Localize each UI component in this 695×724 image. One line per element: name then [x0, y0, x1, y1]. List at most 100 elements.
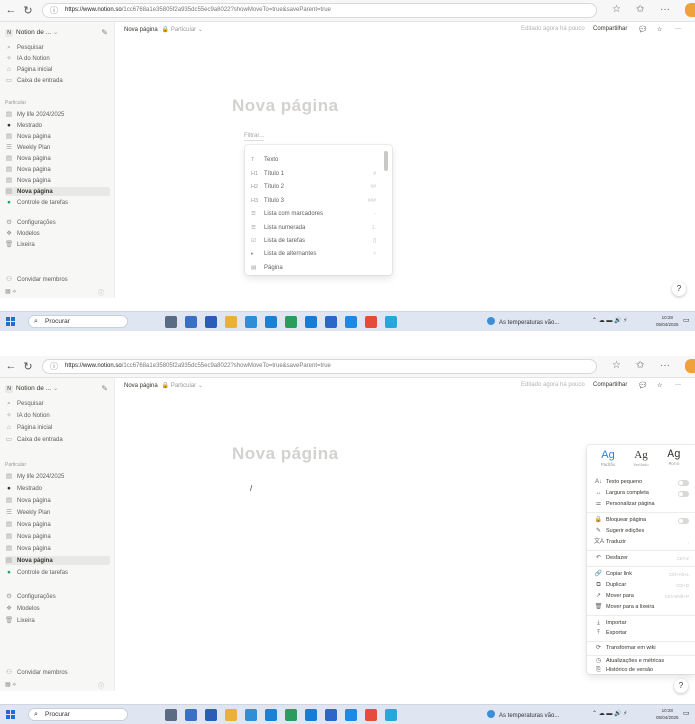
sidebar-page[interactable]: ▤ My life 2024/2025 — [5, 110, 64, 119]
undo-item[interactable]: ↶ Desfazer Ctrl+Z — [594, 554, 689, 563]
slash-item-heading3[interactable]: H3 Título 3 ### — [251, 196, 376, 206]
site-info-icon[interactable]: ⓘ — [50, 360, 58, 373]
sidebar-item-trash[interactable]: 🗑 Lixeira — [5, 616, 35, 625]
sidebar-item-search[interactable]: ⌕ Pesquisar — [5, 43, 44, 52]
app-icon[interactable] — [245, 316, 257, 328]
bookmark-star-icon[interactable]: ☆ — [612, 360, 621, 371]
notification-icon[interactable]: ▭ — [683, 316, 693, 328]
full-width-toggle[interactable]: ↔ Largura completa — [594, 489, 689, 498]
sidebar-page[interactable]: ▤ My life 2024/2025 — [5, 472, 64, 481]
sidebar-page[interactable]: ● Mestrado — [5, 484, 42, 493]
sidebar-page-active[interactable]: ▤ Nova página — [5, 187, 110, 196]
app-icon[interactable] — [185, 316, 197, 328]
calendar-icon[interactable]: ▦ ⟡ — [5, 681, 16, 689]
calendar-icon[interactable]: ▦ ⟡ — [5, 288, 16, 296]
browser-menu-icon[interactable]: ··· — [660, 360, 670, 371]
comment-icon[interactable]: 💬 — [639, 26, 646, 33]
app-icon[interactable] — [305, 709, 317, 721]
turn-into-wiki-item[interactable]: ⟳ Transformar em wiki — [594, 644, 689, 653]
app-icon[interactable] — [345, 316, 357, 328]
new-page-icon[interactable]: ✎ — [101, 384, 108, 393]
address-bar[interactable]: ⓘ https://www.notion.so/1cc6768a1e35805f… — [42, 3, 597, 18]
taskbar-search[interactable]: ⌕ Procurar — [28, 708, 128, 721]
app-icon[interactable] — [225, 709, 237, 721]
app-icon[interactable] — [185, 709, 197, 721]
bookmark-star-icon[interactable]: ☆ — [612, 4, 621, 15]
sidebar-page[interactable]: ▤ Nova página — [5, 165, 51, 174]
app-icon[interactable] — [285, 709, 297, 721]
sidebar-item-ai[interactable]: ✧ IA do Notion — [5, 54, 49, 63]
address-bar[interactable]: ⓘ https://www.notion.so/1cc6768a1e35805f… — [42, 359, 597, 374]
sidebar-page[interactable]: ● Controle de tarefas — [5, 198, 68, 207]
sidebar-page[interactable]: ☰ Weekly Plan — [5, 508, 50, 517]
chrome-icon[interactable] — [365, 316, 377, 328]
reload-icon[interactable]: ↻ — [21, 360, 35, 373]
help-icon[interactable]: ⓘ — [98, 681, 104, 690]
sidebar-page[interactable]: ▤ Nova página — [5, 544, 51, 553]
word-icon[interactable] — [205, 316, 217, 328]
reload-icon[interactable]: ↻ — [21, 4, 35, 17]
copy-link-item[interactable]: 🔗 Copiar link Ctrl+Alt+L — [594, 570, 689, 579]
font-serif-option[interactable]: Ag Serifado — [626, 449, 656, 467]
chrome-icon[interactable] — [365, 709, 377, 721]
app-icon[interactable] — [345, 709, 357, 721]
store-icon[interactable] — [265, 316, 277, 328]
word-icon[interactable] — [205, 709, 217, 721]
share-button[interactable]: Compartilhar — [593, 382, 627, 388]
app-icon[interactable] — [285, 316, 297, 328]
page-title[interactable]: Nova página — [232, 444, 339, 464]
share-button[interactable]: Compartilhar — [593, 26, 627, 32]
export-item[interactable]: ⤒ Exportar — [594, 629, 689, 638]
slash-filter-input[interactable]: Filtrar... — [244, 133, 265, 141]
more-options-icon[interactable]: ··· — [675, 382, 681, 388]
favorite-star-icon[interactable]: ☆ — [657, 382, 662, 389]
system-tray[interactable]: ⌃ ☁ ▬ 🔊 ⚡ — [592, 317, 627, 324]
slash-item-text[interactable]: T Texto — [251, 155, 376, 165]
sidebar-item-settings[interactable]: ⚙ Configurações — [5, 592, 56, 601]
slash-item-heading1[interactable]: H1 Título 1 # — [251, 169, 376, 179]
windows-start-icon[interactable] — [6, 710, 16, 720]
store-icon[interactable] — [265, 709, 277, 721]
weather-widget[interactable]: As temperaturas vão... — [487, 710, 559, 719]
duplicate-item[interactable]: ⧉ Duplicar Ctrl+D — [594, 581, 689, 590]
favorite-star-icon[interactable]: ☆ — [657, 26, 662, 33]
profile-avatar[interactable] — [685, 359, 695, 373]
sidebar-page[interactable]: ☰ Weekly Plan — [5, 143, 50, 152]
page-title[interactable]: Nova página — [232, 96, 339, 116]
slash-item-numbered[interactable]: ☰ Lista numerada 1. — [251, 223, 376, 233]
move-to-trash-item[interactable]: 🗑 Mover para a lixeira — [594, 603, 689, 612]
slash-item-page[interactable]: ▤ Página — [251, 263, 376, 273]
sidebar-item-search[interactable]: ⌕ Pesquisar — [5, 399, 44, 408]
app-icon[interactable] — [325, 709, 337, 721]
font-mono-option[interactable]: Ag Mono — [659, 449, 689, 467]
translate-item[interactable]: 文A Traduzir › — [594, 538, 689, 547]
back-icon[interactable]: ← — [4, 4, 18, 16]
clock[interactable]: 10:28 05/04/2025 — [656, 707, 679, 721]
move-to-item[interactable]: ↗ Mover para Ctrl+Shift+P — [594, 592, 689, 601]
invite-members-button[interactable]: ⚇ Convidar membros — [5, 275, 68, 284]
comment-icon[interactable]: 💬 — [639, 382, 646, 389]
notification-icon[interactable]: ▭ — [683, 709, 693, 721]
back-icon[interactable]: ← — [4, 360, 18, 372]
sidebar-item-ai[interactable]: ✧ IA do Notion — [5, 411, 49, 420]
sidebar-page[interactable]: ● Controle de tarefas — [5, 568, 68, 577]
app-icon[interactable] — [225, 316, 237, 328]
version-history-item[interactable]: ⎘ Histórico de versão — [594, 666, 689, 674]
toggle-switch[interactable] — [678, 518, 689, 524]
workspace-switcher[interactable]: N Notion de ... ⌄ ✎ — [5, 28, 110, 37]
sidebar-item-trash[interactable]: 🗑 Lixeira — [5, 240, 35, 249]
favorites-icon[interactable]: ✩ — [636, 360, 644, 371]
windows-start-icon[interactable] — [6, 317, 16, 327]
app-icon[interactable] — [325, 316, 337, 328]
sidebar-page[interactable]: ▤ Nova página — [5, 154, 51, 163]
sidebar-page[interactable]: ▤ Nova página — [5, 132, 51, 141]
app-icon[interactable] — [305, 316, 317, 328]
menu-scrollbar[interactable] — [384, 151, 388, 171]
sidebar-page[interactable]: ▤ Nova página — [5, 496, 51, 505]
help-button[interactable]: ? — [674, 679, 688, 693]
slash-item-todo[interactable]: ☑ Lista de tarefas[] — [251, 236, 376, 246]
taskbar-search[interactable]: ⌕ Procurar — [28, 315, 128, 328]
sidebar-item-inbox[interactable]: ▭ Caixa de entrada — [5, 76, 63, 85]
toggle-switch[interactable] — [678, 491, 689, 497]
help-icon[interactable]: ⓘ — [98, 288, 104, 297]
